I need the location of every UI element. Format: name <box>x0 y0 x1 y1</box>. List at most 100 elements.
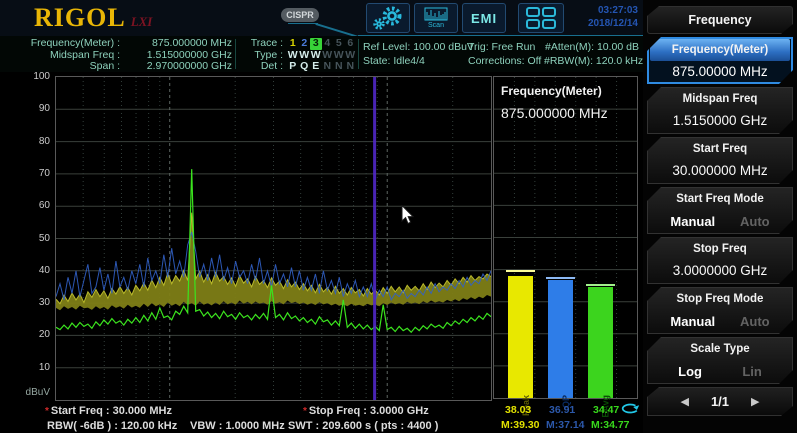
meter-bars-panel: Peak QP EAvg Frequency(Meter) 875.000000 M… <box>493 76 638 399</box>
scan-button[interactable]: Scan <box>414 3 458 33</box>
freq-meter-label: Frequency(Meter) : <box>8 38 120 50</box>
y-tick-label: 20 <box>18 329 50 340</box>
window-grid-icon <box>525 6 557 30</box>
y-axis-unit: dBuV <box>18 387 50 398</box>
menu-items: Frequency(Meter)875.00000 MHzMidspan Fre… <box>647 37 793 384</box>
meter-readout-label: Frequency(Meter) <box>501 84 608 98</box>
meter-readout-value: 875.000000 MHz <box>501 105 608 121</box>
y-tick-label: 100 <box>18 71 50 82</box>
trigger: Trig: Free Run <box>468 40 541 54</box>
meter-bar-maxhold-line <box>546 277 575 279</box>
mode-option-inactive[interactable]: Lin <box>742 364 762 379</box>
meter-bar-eavg: EAvg <box>588 287 613 398</box>
trace-legend-item: N <box>345 61 357 73</box>
trace-detectors: PQENNN <box>287 61 356 73</box>
clock: 03:27:03 2018/12/14 <box>574 4 638 30</box>
y-tick-label: 40 <box>18 265 50 276</box>
freq-meter-value: 875.000000 MHz <box>120 38 232 50</box>
frequency-info-block: Frequency(Meter) :875.000000 MHz Midspan… <box>8 38 232 73</box>
top-bar: RIGOLLXI CISPR Scan EMI <box>0 0 643 36</box>
eavg-value: 34.47 <box>593 404 619 416</box>
menu-pager: ◀ 1/1 ▶ <box>647 387 793 416</box>
sidebar-item-title: Scale Type <box>648 338 792 360</box>
y-tick-label: 80 <box>18 136 50 147</box>
sidebar-item-frequency-meter-[interactable]: Frequency(Meter)875.00000 MHz <box>647 37 793 84</box>
trace-numbers: 123456 <box>287 38 356 50</box>
sidebar-item-start-freq[interactable]: Start Freq30.000000 MHz <box>647 137 793 184</box>
sidebar-item-value: 3.0000000 GHz <box>648 260 792 278</box>
stop-freq-annotation: *Stop Freq : 3.0000 GHz <box>303 405 429 417</box>
bandwidth-block: #Atten(M): 10.00 dB #RBW(M): 120.0 kHz <box>544 40 639 68</box>
cispr-badge: CISPR <box>281 8 319 22</box>
ref-level: Ref Level: 100.00 dBuV <box>363 40 474 54</box>
mode-option-active[interactable]: Manual <box>670 314 715 329</box>
trigger-block: Trig: Free Run Corrections: Off <box>468 40 541 68</box>
scan-button-label: Scan <box>428 22 444 29</box>
mode-option-active[interactable]: Manual <box>670 214 715 229</box>
gear-icon <box>370 5 406 31</box>
y-tick-label: 90 <box>18 103 50 114</box>
sidebar-item-title: Frequency(Meter) <box>650 39 790 61</box>
mode-option-inactive[interactable]: Auto <box>740 214 770 229</box>
settings-button[interactable] <box>366 3 410 33</box>
header-divider <box>288 23 318 24</box>
trace-legend-item: 4 <box>322 38 334 50</box>
rbw-meter: #RBW(M): 120.0 kHz <box>544 54 639 68</box>
y-tick-label: 50 <box>18 233 50 244</box>
corrections: Corrections: Off <box>468 54 541 68</box>
meter-bar-peak: Peak <box>508 276 533 398</box>
mode-option-inactive[interactable]: Auto <box>740 314 770 329</box>
trace-status-block: Trace :123456 Type :WWWWWW Det :PQENNN <box>241 38 357 73</box>
emi-mode-button[interactable]: EMI <box>462 3 506 33</box>
meter-bar-qp: QP <box>548 280 573 399</box>
peak-value: 38.03 <box>505 404 531 416</box>
rbw-annotation: RBW( -6dB ) : 120.00 kHz <box>47 420 177 432</box>
sidebar-item-midspan-freq[interactable]: Midspan Freq1.5150000 GHz <box>647 87 793 134</box>
sidebar-item-stop-freq-mode[interactable]: Stop Freq Mode Manual Auto <box>647 287 793 334</box>
y-tick-label: 60 <box>18 200 50 211</box>
pager-prev-button[interactable]: ◀ <box>680 395 688 408</box>
mode-option-active[interactable]: Log <box>678 364 702 379</box>
y-tick-label: 30 <box>18 297 50 308</box>
mouse-cursor-icon <box>401 205 415 230</box>
measurement-info-bar: Frequency(Meter) :875.000000 MHz Midspan… <box>0 36 643 72</box>
sidebar-item-title: Start Freq Mode <box>648 188 792 210</box>
sidebar-item-start-freq-mode[interactable]: Start Freq Mode Manual Auto <box>647 187 793 234</box>
span-value: 2.970000000 GHz <box>120 61 232 73</box>
trace-legend-item: Q <box>299 61 311 73</box>
sidebar-item-value: 875.00000 MHz <box>649 61 791 79</box>
sidebar-item-value: 30.000000 MHz <box>648 160 792 178</box>
sidebar-item-stop-freq[interactable]: Stop Freq3.0000000 GHz <box>647 237 793 284</box>
trace-label: Trace : <box>241 38 283 50</box>
info-divider <box>358 39 359 69</box>
coupled-marker: * <box>45 406 49 417</box>
sidebar-item-title: Midspan Freq <box>648 88 792 110</box>
peak-max-value: M:39.30 <box>501 419 540 431</box>
sidebar-item-modes: Manual Auto <box>648 310 792 329</box>
trace-legend-item: 3 <box>310 38 322 50</box>
sidebar-item-title: Stop Freq <box>648 238 792 260</box>
ref-level-block: Ref Level: 100.00 dBuV State: Idle4/4 <box>363 40 474 68</box>
sidebar-item-title: Stop Freq Mode <box>648 288 792 310</box>
date-display: 2018/12/14 <box>574 17 638 30</box>
sidebar-item-value: 1.5150000 GHz <box>648 110 792 128</box>
attenuation: #Atten(M): 10.00 dB <box>544 40 639 54</box>
eavg-max-value: M:34.77 <box>591 419 630 431</box>
spectrum-analyzer-screen: RIGOLLXI CISPR Scan EMI <box>0 0 797 433</box>
vbw-annotation: VBW : 1.0000 MHz <box>190 420 285 432</box>
pager-next-button[interactable]: ▶ <box>751 395 759 408</box>
window-layout-button[interactable] <box>518 3 564 33</box>
y-tick-label: 70 <box>18 168 50 179</box>
sidebar-item-scale-type[interactable]: Scale Type Log Lin <box>647 337 793 384</box>
coupled-marker: * <box>303 406 307 417</box>
emi-button-label: EMI <box>471 11 497 26</box>
trace-legend-item: N <box>333 61 345 73</box>
spectrum-plot[interactable] <box>55 76 492 401</box>
trace-legend-item: E <box>310 61 322 73</box>
sidebar-item-modes: Manual Auto <box>648 210 792 229</box>
swt-annotation: SWT : 209.600 s ( pts : 4400 ) <box>288 420 438 432</box>
meter-readout: Frequency(Meter) 875.000000 MHz <box>501 84 608 121</box>
sidebar-item-modes: Log Lin <box>648 360 792 379</box>
start-freq-annotation: *Start Freq : 30.000 MHz <box>45 405 172 417</box>
meter-bar-maxhold-line <box>586 284 615 286</box>
